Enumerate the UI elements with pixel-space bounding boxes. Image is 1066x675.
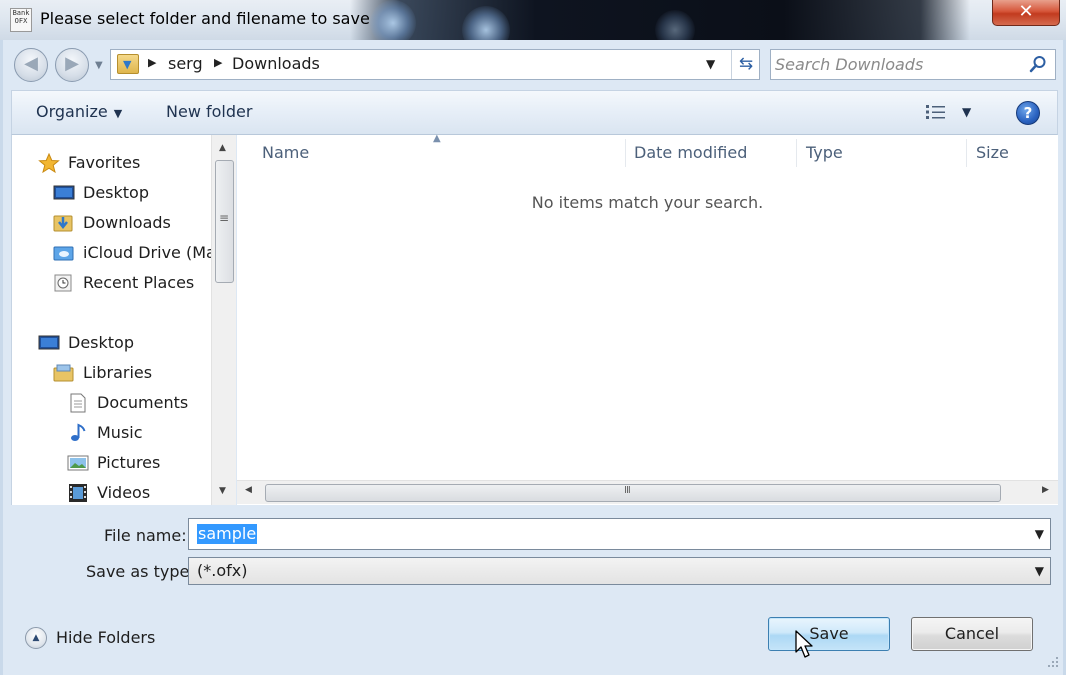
scrollbar-thumb[interactable]: [265, 484, 1001, 502]
column-header-date-modified[interactable]: Date modified: [634, 143, 747, 167]
recent-places-icon: [54, 274, 72, 292]
cancel-button[interactable]: Cancel: [911, 617, 1033, 651]
breadcrumb-downloads[interactable]: Downloads: [232, 54, 320, 73]
organize-button[interactable]: Organize ▼: [36, 102, 122, 121]
title-bar: Bank OFX Please select folder and filena…: [0, 0, 1066, 40]
search-input[interactable]: [775, 53, 1025, 76]
chevron-down-icon[interactable]: ▼: [1035, 564, 1044, 578]
column-header-size[interactable]: Size: [976, 143, 1009, 167]
sidebar-item-libraries[interactable]: Libraries: [53, 361, 223, 385]
address-dropdown-icon[interactable]: ▼: [706, 57, 715, 71]
sidebar-item-videos[interactable]: Videos: [67, 481, 223, 505]
sidebar-item-label: Music: [97, 423, 143, 442]
save-as-type-select[interactable]: (*.ofx) ▼: [188, 557, 1051, 585]
scroll-up-icon[interactable]: ▲: [219, 143, 226, 153]
sidebar-item-downloads[interactable]: Downloads: [53, 211, 223, 235]
filename-input[interactable]: sample ▼: [188, 518, 1051, 550]
forward-button[interactable]: ▶: [55, 48, 89, 82]
refresh-icon: ⇆: [738, 54, 754, 74]
libraries-icon: [53, 364, 74, 382]
forward-arrow-icon: ▶: [65, 53, 79, 74]
chevron-right-icon[interactable]: ▶: [214, 56, 222, 69]
music-icon: [71, 423, 86, 441]
back-arrow-icon: ◀: [24, 53, 38, 74]
view-options-dropdown-icon[interactable]: ▼: [962, 105, 971, 119]
search-box[interactable]: [770, 49, 1056, 80]
star-icon: [38, 153, 60, 173]
app-icon: Bank OFX: [10, 8, 32, 32]
save-as-type-label: Save as type:: [86, 562, 195, 581]
help-icon[interactable]: ?: [1016, 101, 1040, 125]
desktop-icon: [53, 185, 75, 200]
scrollbar-thumb[interactable]: [215, 160, 234, 283]
sidebar-item-icloud-drive[interactable]: iCloud Drive (Ma: [53, 241, 223, 265]
documents-icon: [70, 393, 86, 413]
close-button[interactable]: ✕: [992, 0, 1060, 26]
downloads-folder-icon: [53, 215, 73, 232]
back-button[interactable]: ◀: [14, 48, 48, 82]
sidebar-item-label: Documents: [97, 393, 189, 412]
icloud-drive-icon: [53, 246, 74, 261]
filename-value[interactable]: sample: [197, 524, 258, 544]
column-divider[interactable]: [966, 139, 967, 167]
column-header-type[interactable]: Type: [806, 143, 843, 167]
hide-folders-label: Hide Folders: [56, 628, 156, 647]
sidebar-item-documents[interactable]: Documents: [67, 391, 223, 415]
address-bar[interactable]: ▶ serg ▶ Downloads ▼ ⇆: [110, 49, 760, 80]
recent-locations-dropdown[interactable]: ▼: [95, 60, 103, 71]
sidebar-item-label: Libraries: [83, 363, 153, 382]
sidebar-item-desktop-tree[interactable]: Desktop: [38, 331, 218, 355]
organize-label: Organize: [36, 102, 108, 121]
mouse-cursor-icon: [795, 630, 813, 658]
save-as-type-value: (*.ofx): [197, 561, 248, 580]
navigation-bar: ◀ ▶ ▼ ▶ serg ▶ Downloads ▼ ⇆: [0, 40, 1066, 90]
window-title: Please select folder and filename to sav…: [40, 9, 370, 28]
desktop-icon: [38, 335, 60, 350]
breadcrumb-serg[interactable]: serg: [168, 54, 203, 73]
file-list-scrollbar[interactable]: ◀ ▶: [237, 480, 1058, 504]
sidebar-item-desktop[interactable]: Desktop: [53, 181, 223, 205]
pictures-icon: [67, 455, 89, 471]
sidebar-item-label: Pictures: [97, 453, 161, 472]
title-bar-backdrop: [350, 0, 970, 40]
sidebar-item-label: Favorites: [68, 153, 141, 172]
navigation-pane-scrollbar[interactable]: ▲ ▼: [211, 135, 236, 505]
chevron-right-icon[interactable]: ▶: [148, 56, 156, 69]
column-header-name[interactable]: Name: [262, 143, 309, 167]
change-view-icon[interactable]: [925, 103, 947, 121]
command-toolbar: Organize ▼ New folder ▼ ?: [11, 90, 1058, 135]
scroll-left-icon[interactable]: ◀: [245, 485, 252, 495]
sidebar-item-label: Recent Places: [83, 273, 195, 292]
downloads-folder-icon: [117, 54, 139, 74]
sort-ascending-icon: ▲: [433, 133, 441, 144]
resize-grip-icon[interactable]: [1046, 655, 1060, 669]
chevron-down-icon[interactable]: ▼: [1035, 527, 1044, 541]
chevron-up-icon: ▲: [25, 627, 47, 649]
scroll-down-icon[interactable]: ▼: [219, 486, 226, 496]
navigation-pane: Favorites Desktop Downloads iCloud Drive…: [11, 135, 236, 505]
scroll-right-icon[interactable]: ▶: [1042, 485, 1049, 495]
empty-list-message: No items match your search.: [531, 193, 764, 212]
sidebar-item-label: Downloads: [83, 213, 171, 232]
search-icon[interactable]: [1029, 55, 1047, 73]
file-list[interactable]: Name ▲ Date modified Type Size No items …: [237, 133, 1058, 505]
sidebar-item-favorites[interactable]: Favorites: [38, 151, 218, 175]
videos-icon: [69, 484, 87, 502]
sidebar-item-pictures[interactable]: Pictures: [67, 451, 223, 475]
chevron-down-icon: ▼: [113, 107, 123, 120]
column-divider[interactable]: [625, 139, 626, 167]
sidebar-item-label: Desktop: [68, 333, 134, 352]
save-button[interactable]: Save: [768, 617, 890, 651]
filename-label: File name:: [104, 526, 187, 545]
sidebar-item-label: Videos: [97, 483, 151, 502]
sidebar-item-label: Desktop: [83, 183, 149, 202]
sidebar-item-recent-places[interactable]: Recent Places: [53, 271, 223, 295]
new-folder-button[interactable]: New folder: [166, 102, 252, 121]
sidebar-item-music[interactable]: Music: [67, 421, 223, 445]
refresh-button[interactable]: ⇆: [731, 50, 760, 79]
column-divider[interactable]: [796, 139, 797, 167]
sidebar-item-label: iCloud Drive (Ma: [83, 243, 216, 262]
